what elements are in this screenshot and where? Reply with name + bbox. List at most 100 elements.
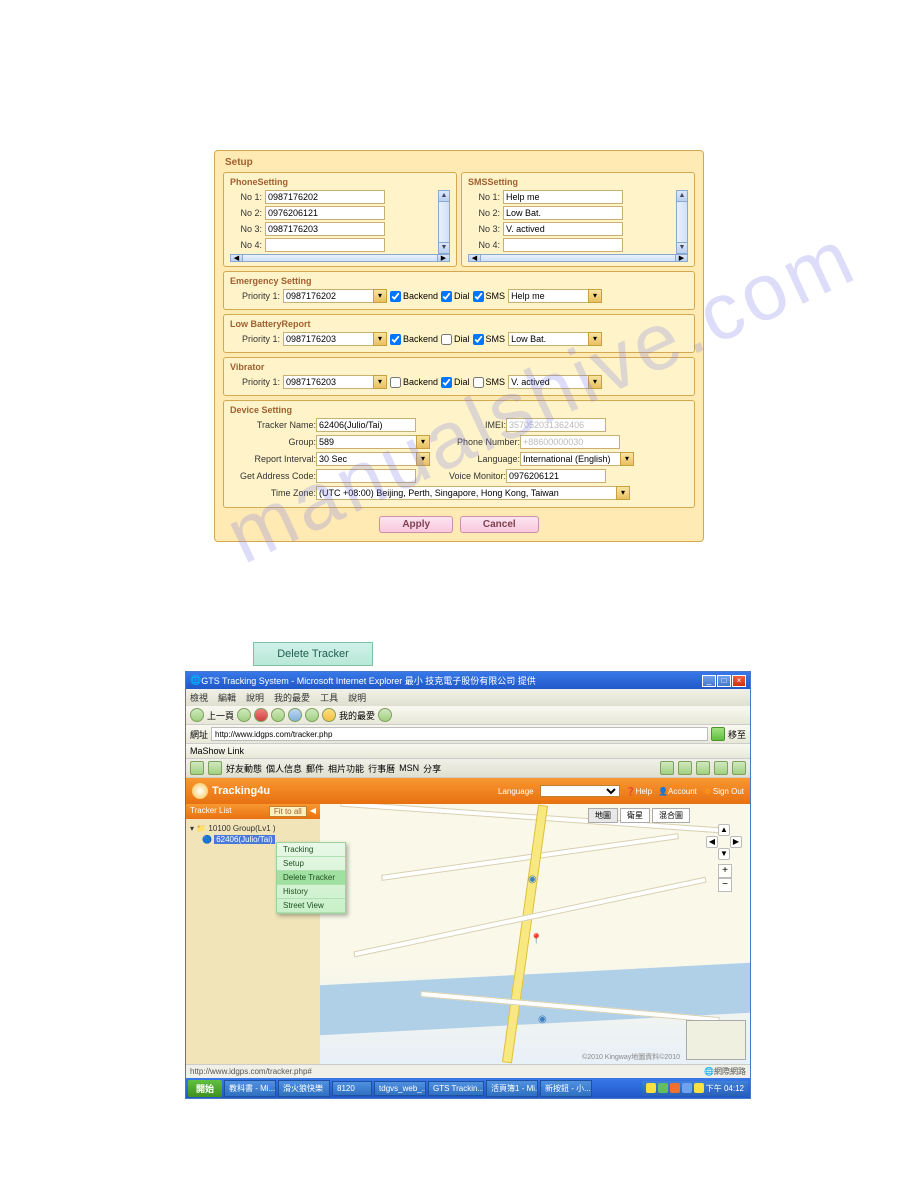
scroll-right-icon[interactable]: ▶ <box>437 255 449 261</box>
tool-icon[interactable] <box>732 761 746 775</box>
maximize-button[interactable]: □ <box>717 675 731 687</box>
history-icon[interactable] <box>378 708 392 722</box>
voice-monitor-input[interactable] <box>506 469 606 483</box>
phone-hscroll[interactable]: ◀▶ <box>230 254 450 262</box>
go-button[interactable] <box>711 727 725 741</box>
lowbat-msg-input[interactable] <box>508 332 588 346</box>
scroll-down-icon[interactable]: ▼ <box>438 242 450 254</box>
tray-icon[interactable] <box>670 1083 680 1093</box>
dropdown-icon[interactable]: ▾ <box>416 452 430 466</box>
dropdown-icon[interactable]: ▾ <box>620 452 634 466</box>
emergency-sms-check[interactable] <box>473 291 484 302</box>
dropdown-icon[interactable]: ▾ <box>373 332 387 346</box>
lowbat-dial-check[interactable] <box>441 334 452 345</box>
tab-item[interactable]: 相片功能 <box>328 762 364 775</box>
tray-icon[interactable] <box>658 1083 668 1093</box>
dropdown-icon[interactable]: ▾ <box>588 332 602 346</box>
menu-item[interactable]: 我的最愛 <box>274 691 310 704</box>
taskbar-item[interactable]: 教科書 - Mi... <box>224 1080 276 1097</box>
dropdown-icon[interactable]: ▾ <box>588 375 602 389</box>
vibrator-sms-check[interactable] <box>473 377 484 388</box>
tool-icon[interactable] <box>696 761 710 775</box>
menu-item[interactable]: 工具 <box>320 691 338 704</box>
pan-right-icon[interactable]: ▶ <box>730 836 742 848</box>
dropdown-icon[interactable]: ▾ <box>373 289 387 303</box>
clock[interactable]: 下午 04:12 <box>706 1083 744 1094</box>
collapse-icon[interactable]: ◀ <box>310 806 316 817</box>
dropdown-icon[interactable]: ▾ <box>373 375 387 389</box>
lowbat-priority-input[interactable] <box>283 332 373 346</box>
tray-icon[interactable] <box>694 1083 704 1093</box>
emergency-dial-check[interactable] <box>441 291 452 302</box>
vibrator-msg-input[interactable] <box>508 375 588 389</box>
emergency-msg-input[interactable] <box>508 289 588 303</box>
map-type-map[interactable]: 地圖 <box>588 808 618 823</box>
cancel-button[interactable]: Cancel <box>460 516 539 533</box>
ctx-tracking[interactable]: Tracking <box>277 843 345 857</box>
map-type-satellite[interactable]: 衛星 <box>620 808 650 823</box>
tool-icon[interactable] <box>208 761 222 775</box>
start-button[interactable]: 開始 <box>188 1080 222 1097</box>
tab-item[interactable]: MSN <box>399 763 419 773</box>
tab-item[interactable]: 郵件 <box>306 762 324 775</box>
sms-vscroll[interactable]: ▲ ▼ <box>676 190 688 254</box>
sms-no3-input[interactable] <box>503 222 623 236</box>
vibrator-priority-input[interactable] <box>283 375 373 389</box>
phone-vscroll[interactable]: ▲ ▼ <box>438 190 450 254</box>
phone-no2-input[interactable] <box>265 206 385 220</box>
pan-up-icon[interactable]: ▲ <box>718 824 730 836</box>
tab-item[interactable]: 個人信息 <box>266 762 302 775</box>
home-icon[interactable] <box>288 708 302 722</box>
menu-item[interactable]: 編輯 <box>218 691 236 704</box>
phone-no1-input[interactable] <box>265 190 385 204</box>
pan-down-icon[interactable]: ▼ <box>718 848 730 860</box>
scroll-right-icon[interactable]: ▶ <box>675 255 687 261</box>
addr-code-input[interactable] <box>316 469 416 483</box>
taskbar-item[interactable]: 活頁簿1 - Mi... <box>486 1080 538 1097</box>
minimap[interactable] <box>686 1020 746 1060</box>
tray-icon[interactable] <box>682 1083 692 1093</box>
taskbar-item[interactable]: tdgvs_web_... <box>374 1081 426 1096</box>
taskbar-item[interactable]: GTS Trackin... <box>428 1081 484 1096</box>
zoom-in-button[interactable]: + <box>718 864 732 878</box>
close-button[interactable]: × <box>732 675 746 687</box>
tool-icon[interactable] <box>714 761 728 775</box>
phone-no3-input[interactable] <box>265 222 385 236</box>
language-select[interactable] <box>540 785 620 797</box>
tracker-marker-icon[interactable]: 📍 <box>530 934 544 948</box>
map-view[interactable]: 📍 ◉ ◉ 地圖 衛星 混合圖 ▲ ◀ ▶ ▼ + − ©2010 Kingwa… <box>320 804 750 1064</box>
refresh-icon[interactable] <box>271 708 285 722</box>
dropdown-icon[interactable]: ▾ <box>616 486 630 500</box>
menu-item[interactable]: 說明 <box>246 691 264 704</box>
emergency-priority-input[interactable] <box>283 289 373 303</box>
tab-item[interactable]: 好友動態 <box>226 762 262 775</box>
minimize-button[interactable]: _ <box>702 675 716 687</box>
tool-icon[interactable] <box>660 761 674 775</box>
menu-item[interactable]: 檢視 <box>190 691 208 704</box>
ctx-setup[interactable]: Setup <box>277 857 345 871</box>
tracker-name-input[interactable] <box>316 418 416 432</box>
dropdown-icon[interactable]: ▾ <box>416 435 430 449</box>
ctx-history[interactable]: History <box>277 885 345 899</box>
forward-icon[interactable] <box>237 708 251 722</box>
address-input[interactable] <box>211 727 708 741</box>
tree-group-node[interactable]: ▾ 📁 10100 Group(Lv1 ) <box>190 823 316 834</box>
taskbar-item[interactable]: 8120 <box>332 1081 372 1096</box>
emergency-backend-check[interactable] <box>390 291 401 302</box>
scroll-left-icon[interactable]: ◀ <box>469 255 481 261</box>
group-input[interactable] <box>316 435 416 449</box>
map-type-hybrid[interactable]: 混合圖 <box>652 808 690 823</box>
fit-all-button[interactable]: Fit to all <box>269 806 307 817</box>
phone-no4-input[interactable] <box>265 238 385 252</box>
sms-no2-input[interactable] <box>503 206 623 220</box>
search-icon[interactable] <box>305 708 319 722</box>
menu-item[interactable]: 說明 <box>348 691 366 704</box>
vibrator-backend-check[interactable] <box>390 377 401 388</box>
apply-button[interactable]: Apply <box>379 516 453 533</box>
scroll-left-icon[interactable]: ◀ <box>231 255 243 261</box>
lowbat-backend-check[interactable] <box>390 334 401 345</box>
sms-hscroll[interactable]: ◀▶ <box>468 254 688 262</box>
sms-no4-input[interactable] <box>503 238 623 252</box>
taskbar-item[interactable]: 新按鈕 - 小... <box>540 1080 592 1097</box>
back-icon[interactable] <box>190 708 204 722</box>
